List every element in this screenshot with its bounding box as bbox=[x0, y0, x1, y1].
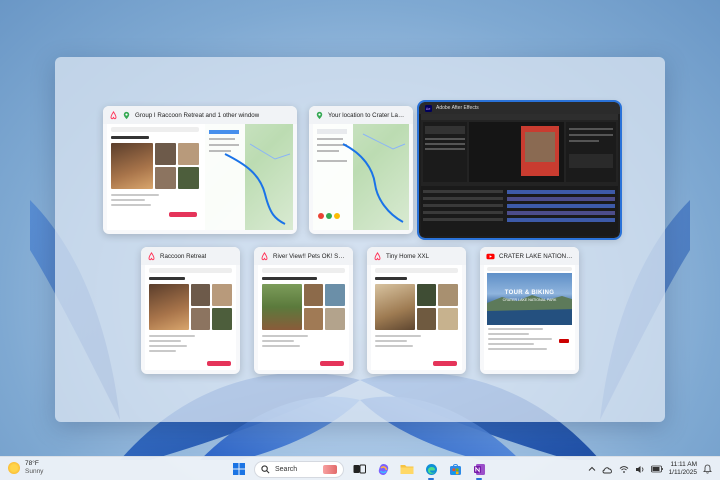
airbnb-icon bbox=[374, 251, 381, 260]
airbnb-icon bbox=[110, 110, 117, 119]
battery-icon[interactable] bbox=[650, 465, 663, 473]
taskbar: 78°F Sunny Search 11:11 AM 1/11/2025 bbox=[0, 456, 720, 480]
task-view-button[interactable] bbox=[350, 460, 368, 478]
weather-temp: 78°F bbox=[25, 460, 39, 467]
start-button[interactable] bbox=[230, 460, 248, 478]
taskbar-search[interactable]: Search bbox=[254, 460, 344, 478]
system-clock[interactable]: 11:11 AM 1/11/2025 bbox=[669, 461, 697, 477]
window-title: River View!! Pets OK! Short... bbox=[273, 252, 347, 260]
window-title: Group I Raccoon Retreat and 1 other wind… bbox=[135, 111, 260, 119]
task-view-icon bbox=[353, 464, 366, 474]
airbnb-icon bbox=[261, 251, 268, 260]
thumbnail-title-line1: TOUR & BIKING bbox=[504, 290, 555, 296]
onenote-icon bbox=[473, 463, 485, 475]
onenote-button[interactable] bbox=[470, 460, 488, 480]
microsoft-store-button[interactable] bbox=[446, 460, 464, 478]
copilot-button[interactable] bbox=[374, 460, 392, 478]
clock-time: 11:11 AM bbox=[670, 461, 698, 468]
after-effects-icon: Ae bbox=[425, 104, 432, 112]
window-title: Tiny Home XXL bbox=[386, 252, 430, 260]
video-thumbnail[interactable]: TOUR & BIKING CRATER LAKE NATIONAL PARK bbox=[487, 273, 572, 325]
chevron-up-icon[interactable] bbox=[588, 465, 596, 473]
edge-icon bbox=[425, 463, 437, 475]
store-icon bbox=[449, 463, 461, 475]
window-thumbnail-raccoon-retreat-group[interactable]: Group I Raccoon Retreat and 1 other wind… bbox=[103, 106, 297, 234]
window-thumbnail-tiny-home-xxl[interactable]: Tiny Home XXL bbox=[367, 247, 466, 374]
weather-widget[interactable]: 78°F Sunny bbox=[8, 460, 43, 476]
svg-text:Ae: Ae bbox=[426, 107, 431, 111]
window-thumbnail-river-view[interactable]: River View!! Pets OK! Short... bbox=[254, 247, 353, 374]
maps-pin-icon bbox=[123, 111, 130, 119]
windows-logo-icon bbox=[233, 463, 245, 475]
copilot-icon bbox=[378, 463, 388, 475]
youtube-icon bbox=[486, 253, 495, 259]
airbnb-icon bbox=[148, 251, 155, 260]
maps-pin-icon bbox=[316, 111, 323, 119]
window-title: Your location to Crater Lake... bbox=[328, 111, 407, 119]
window-thumbnail-youtube-crater-lake[interactable]: CRATER LAKE NATIONAL P... TOUR & BIKING … bbox=[480, 247, 579, 374]
window-title: CRATER LAKE NATIONAL P... bbox=[499, 252, 573, 260]
onedrive-cloud-icon[interactable] bbox=[602, 465, 613, 474]
folder-icon bbox=[400, 465, 414, 474]
wifi-icon[interactable] bbox=[619, 465, 629, 474]
edge-button[interactable] bbox=[422, 460, 440, 480]
thumbnail-title-line2: CRATER LAKE NATIONAL PARK bbox=[502, 298, 557, 302]
search-label: Search bbox=[275, 465, 298, 473]
window-title: Raccoon Retreat bbox=[160, 252, 207, 260]
search-highlight-icon bbox=[323, 464, 337, 474]
volume-icon[interactable] bbox=[635, 465, 645, 474]
weather-desc: Sunny bbox=[25, 468, 44, 475]
window-thumbnail-maps-crater-lake[interactable]: Your location to Crater Lake... bbox=[309, 106, 413, 234]
clock-date: 1/11/2025 bbox=[668, 469, 697, 476]
search-icon bbox=[261, 464, 270, 473]
file-explorer-button[interactable] bbox=[398, 460, 416, 478]
window-thumbnail-after-effects[interactable]: Ae Adobe After Effects bbox=[417, 100, 622, 240]
sun-icon bbox=[8, 462, 20, 474]
window-title: Adobe After Effects bbox=[436, 105, 479, 111]
window-thumbnail-raccoon-retreat[interactable]: Raccoon Retreat bbox=[141, 247, 240, 374]
notification-bell-icon[interactable] bbox=[703, 464, 712, 474]
